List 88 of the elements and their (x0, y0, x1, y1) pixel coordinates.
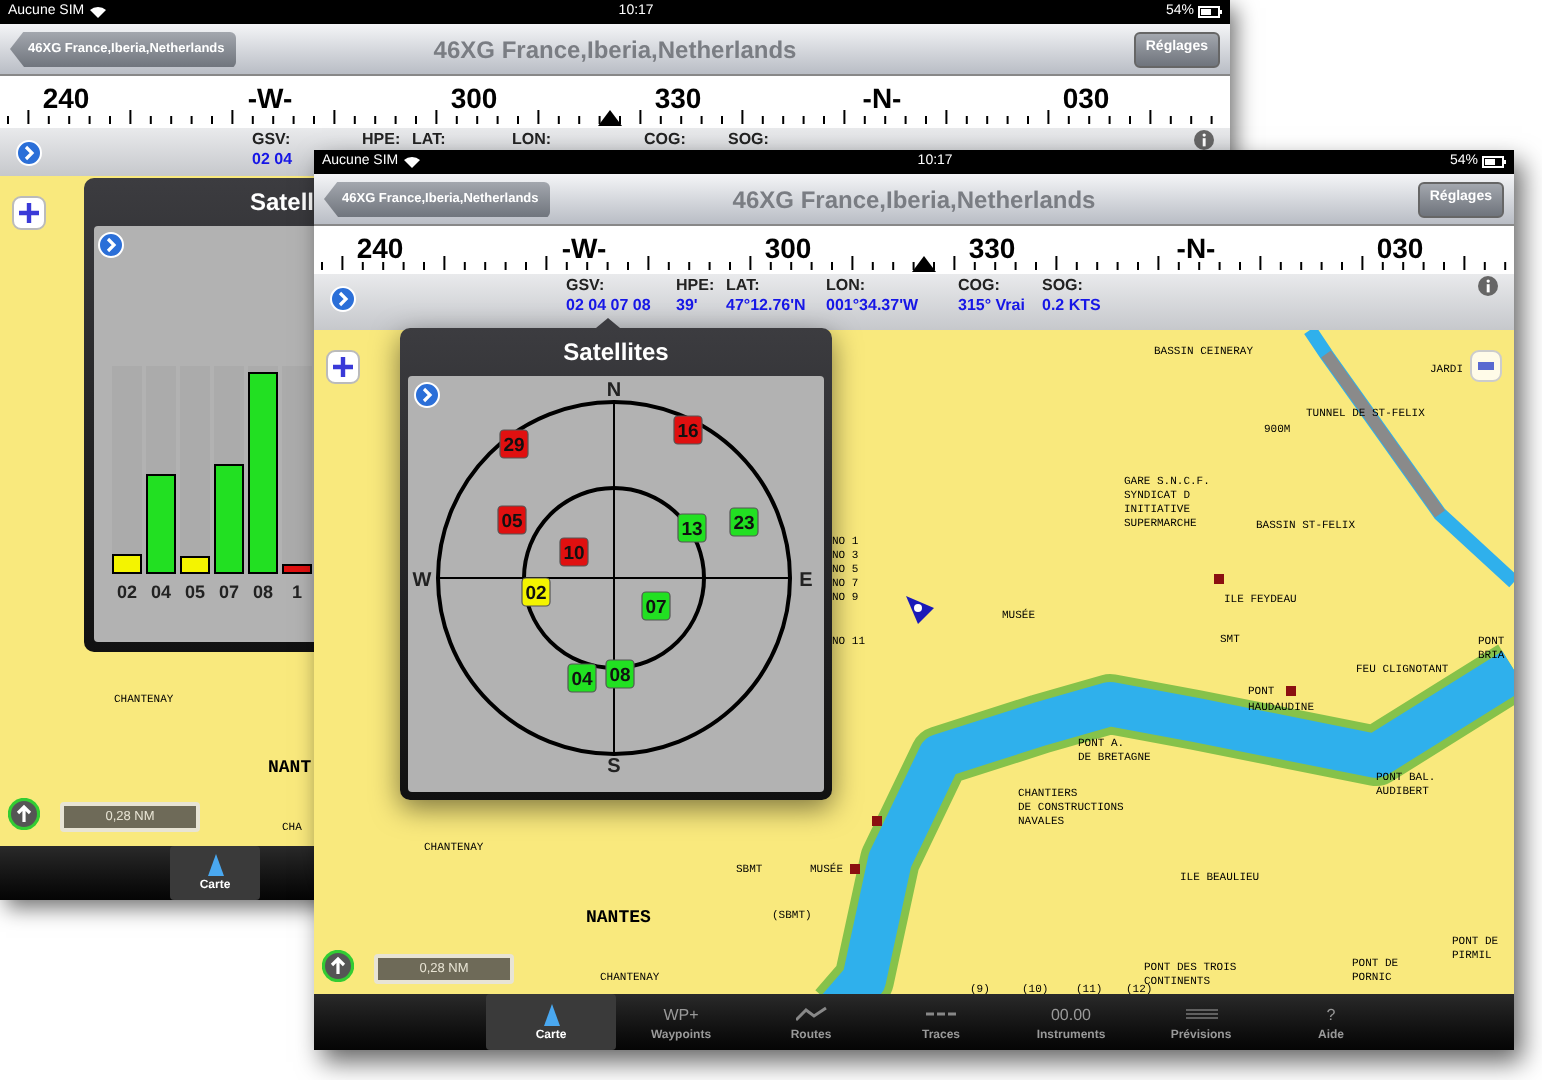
info-field-label: LON: (826, 276, 868, 296)
zoom-in-icon[interactable] (12, 196, 46, 230)
tab-glyph: ? (1326, 1003, 1336, 1025)
dashed-line-icon (925, 1010, 957, 1018)
cardinal-label: E (799, 570, 813, 592)
zoom-in-icon[interactable] (326, 350, 360, 384)
landmark-marker-icon (872, 816, 882, 826)
heading-label: -W- (247, 80, 293, 118)
heading-pointer-icon (912, 256, 936, 272)
heading-label: 300 (450, 80, 498, 118)
popover-arrow-icon (596, 318, 620, 328)
satellite-marker: 07 (641, 591, 671, 621)
landmark-marker-icon (1214, 574, 1224, 584)
window-title: 46XG France,Iberia,Netherlands (433, 33, 797, 67)
satellite-marker: 16 (673, 415, 703, 445)
chevron-button-icon[interactable] (98, 232, 124, 258)
info-field-value: 0.2 KTS (1042, 296, 1101, 316)
satellite-id-label: 1 (289, 580, 304, 606)
info-field-value: 315° Vrai (958, 296, 1025, 316)
wifi-icon (90, 6, 107, 18)
heading-label: 030 (1062, 80, 1110, 118)
satellite-marker: 10 (559, 537, 589, 567)
heading-label: -N- (862, 80, 902, 118)
battery-icon (1482, 156, 1506, 168)
satellite-marker: 29 (499, 429, 529, 459)
info-field-label: GSV: (252, 130, 293, 150)
zigzag-icon (795, 1006, 827, 1022)
window-title: 46XG France,Iberia,Netherlands (732, 183, 1096, 217)
heading-label: 330 (654, 80, 702, 118)
info-field-label: LON: (512, 130, 552, 150)
cardinal-label: N (606, 380, 622, 402)
info-icon[interactable] (1194, 130, 1214, 150)
heading-label: 030 (1376, 230, 1424, 268)
boat-position-icon (906, 596, 934, 624)
landmark-marker-icon (850, 864, 860, 874)
waves-icon (1185, 1008, 1217, 1020)
map-label: NANTES (586, 912, 651, 926)
cardinal-label: W (412, 570, 432, 592)
heading-label: 330 (968, 230, 1016, 268)
chevron-button-icon[interactable] (414, 382, 440, 408)
satellite-marker: 02 (521, 577, 551, 607)
satellite-marker: 08 (605, 659, 635, 689)
info-field-label: SOG: (1042, 276, 1085, 296)
info-field-value: 001°34.37'W (826, 296, 919, 316)
info-field-value: 02 04 (252, 150, 293, 170)
heading-label: -W- (561, 230, 607, 268)
info-field-label: GSV: (566, 276, 607, 296)
info-field-label: LAT: (726, 276, 762, 296)
info-field-value: 02 04 07 08 (566, 296, 651, 316)
triangle-icon (543, 1003, 559, 1025)
satellite-id-label: 08 (250, 580, 275, 606)
arrow-up-button-icon[interactable] (8, 798, 40, 830)
heading-label: 240 (42, 80, 90, 118)
info-field-label: LAT: (412, 130, 446, 150)
satellite-marker: 05 (497, 505, 527, 535)
heading-label: 300 (764, 230, 812, 268)
heading-label: -N- (1176, 230, 1216, 268)
arrow-up-button-icon[interactable] (322, 950, 354, 982)
battery-icon (1198, 6, 1222, 18)
popover-title: Satellites (563, 336, 669, 370)
triangle-icon (207, 854, 223, 876)
chevron-button-icon[interactable] (16, 140, 42, 166)
info-field-label: COG: (644, 130, 686, 150)
info-field-value: 47°12.76'N (726, 296, 806, 316)
wifi-icon (404, 156, 421, 168)
heading-label: 240 (356, 230, 404, 268)
info-field-label: SOG: (728, 130, 769, 150)
tab-glyph: 00.00 (1050, 1003, 1092, 1025)
satellite-id-label: 02 (114, 580, 139, 606)
heading-pointer-icon (598, 110, 622, 126)
satellite-marker: 23 (729, 507, 759, 537)
chevron-button-icon[interactable] (330, 286, 356, 312)
info-field-label: HPE: (362, 130, 401, 150)
info-field-value: 39' (676, 296, 700, 316)
satellite-marker: 13 (677, 513, 707, 543)
layers-button-icon[interactable] (1470, 350, 1502, 382)
cardinal-label: S (607, 756, 621, 778)
satellite-id-label: 05 (182, 580, 207, 606)
info-icon[interactable] (1478, 276, 1498, 296)
satellite-id-label: 07 (216, 580, 241, 606)
info-field-label: COG: (958, 276, 1002, 296)
map-label: NANT (268, 756, 312, 782)
info-field-label: HPE: (676, 276, 715, 296)
landmark-marker-icon (1286, 686, 1296, 696)
satellite-marker: 04 (567, 663, 597, 693)
tab-glyph: WP+ (663, 1003, 699, 1025)
satellite-id-label: 04 (148, 580, 173, 606)
popover-title: Satell (250, 186, 315, 220)
